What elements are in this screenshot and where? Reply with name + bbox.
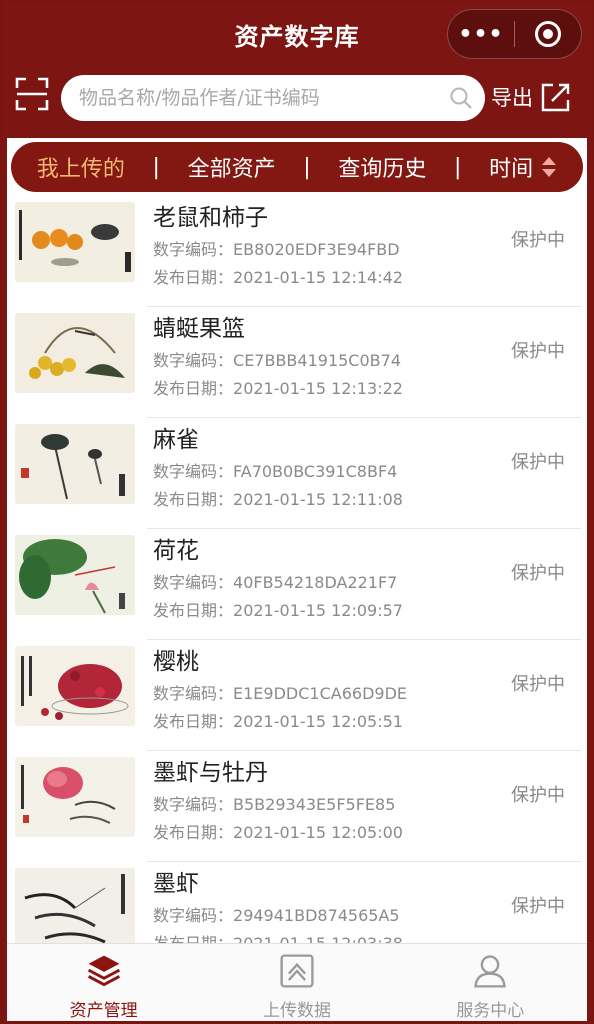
layers-icon (87, 955, 120, 987)
artwork-thumbnail (15, 646, 135, 726)
nav-label: 上传数据 (262, 1001, 331, 1021)
nav-label: 资产管理 (69, 1001, 138, 1021)
sort-icon (542, 157, 557, 177)
export-icon (541, 83, 570, 112)
asset-list: 老鼠和柿子 数字编码：EB8020EDF3E94FBD 发布日期：2021-01… (7, 196, 587, 973)
miniprogram-capsule: ••• (447, 9, 582, 59)
status-badge: 保护中 (511, 563, 565, 584)
item-code: 数字编码：EB8020EDF3E94FBD (153, 240, 400, 259)
search-bar (61, 75, 485, 121)
tab-query-history[interactable]: 查询历史 (338, 151, 426, 183)
item-date: 发布日期：2021-01-15 12:13:22 (153, 379, 403, 398)
app-frame: 资产数字库 ••• 导出 (3, 3, 591, 1021)
item-date: 发布日期：2021-01-15 12:09:57 (153, 601, 403, 620)
list-item[interactable]: 荷花 数字编码：40FB54218DA221F7 发布日期：2021-01-15… (7, 529, 587, 640)
item-code: 数字编码：FA70B0BC391C8BF4 (153, 462, 398, 481)
tab-separator: | (152, 154, 160, 180)
item-title: 蜻蜓果篮 (153, 316, 245, 342)
header: 资产数字库 ••• 导出 (3, 3, 591, 138)
filter-tabs: 我上传的 | 全部资产 | 查询历史 | 时间 (11, 142, 583, 192)
target-circle-icon (534, 21, 561, 47)
tab-my-uploads[interactable]: 我上传的 (37, 151, 125, 183)
item-code: 数字编码：E1E9DDC1CA66D9DE (153, 684, 407, 703)
status-badge: 保护中 (511, 341, 565, 362)
item-code: 数字编码：B5B29343E5F5FE85 (153, 795, 396, 814)
list-item[interactable]: 麻雀 数字编码：FA70B0BC391C8BF4 发布日期：2021-01-15… (7, 418, 587, 529)
tab-time-label: 时间 (489, 157, 534, 182)
tab-time[interactable]: 时间 (489, 151, 557, 183)
item-code: 数字编码：40FB54218DA221F7 (153, 573, 398, 592)
artwork-thumbnail (15, 757, 135, 837)
artwork-thumbnail (15, 535, 135, 615)
capsule-close-button[interactable] (515, 21, 581, 47)
item-date: 发布日期：2021-01-15 12:14:42 (153, 268, 403, 287)
item-date: 发布日期：2021-01-15 12:05:51 (153, 712, 403, 731)
artwork-thumbnail (15, 424, 135, 504)
list-item[interactable]: 蜻蜓果篮 数字编码：CE7BBB41915C0B74 发布日期：2021-01-… (7, 307, 587, 418)
export-button[interactable]: 导出 (491, 77, 573, 117)
tab-separator: | (303, 154, 311, 180)
tab-separator: | (454, 154, 462, 180)
nav-asset-management[interactable]: 资产管理 (7, 944, 200, 1021)
artwork-thumbnail (15, 313, 135, 393)
list-item[interactable]: 樱桃 数字编码：E1E9DDC1CA66D9DE 发布日期：2021-01-15… (7, 640, 587, 751)
status-badge: 保护中 (511, 896, 565, 917)
search-icon[interactable] (449, 86, 473, 110)
nav-service-center[interactable]: 服务中心 (394, 944, 587, 1021)
item-title: 老鼠和柿子 (153, 205, 268, 231)
search-input[interactable] (79, 75, 439, 121)
bottom-nav: 资产管理 上传数据 服务中心 (7, 943, 587, 1021)
item-title: 荷花 (153, 538, 199, 564)
artwork-thumbnail (15, 868, 135, 948)
list-item[interactable]: 老鼠和柿子 数字编码：EB8020EDF3E94FBD 发布日期：2021-01… (7, 196, 587, 307)
more-dots-icon[interactable]: ••• (448, 22, 514, 47)
artwork-thumbnail (15, 202, 135, 282)
item-date: 发布日期：2021-01-15 12:11:08 (153, 490, 403, 509)
user-icon (474, 955, 507, 988)
status-badge: 保护中 (511, 452, 565, 473)
nav-label: 服务中心 (456, 1001, 525, 1021)
status-badge: 保护中 (511, 674, 565, 695)
upload-icon (280, 954, 314, 988)
list-item[interactable]: 墨虾与牡丹 数字编码：B5B29343E5F5FE85 发布日期：2021-01… (7, 751, 587, 862)
status-badge: 保护中 (511, 230, 565, 251)
status-badge: 保护中 (511, 785, 565, 806)
item-title: 麻雀 (153, 427, 199, 453)
item-code: 数字编码：294941BD874565A5 (153, 906, 400, 925)
tab-all-assets[interactable]: 全部资产 (188, 151, 276, 183)
item-title: 樱桃 (153, 649, 199, 675)
export-label: 导出 (491, 86, 533, 110)
item-code: 数字编码：CE7BBB41915C0B74 (153, 351, 401, 370)
item-title: 墨虾 (153, 871, 199, 897)
nav-upload-data[interactable]: 上传数据 (200, 944, 393, 1021)
main-content: 我上传的 | 全部资产 | 查询历史 | 时间 老鼠和柿子 数字编码：EB802… (7, 138, 587, 1021)
item-date: 发布日期：2021-01-15 12:05:00 (153, 823, 403, 842)
item-title: 墨虾与牡丹 (153, 760, 268, 786)
scan-icon[interactable] (15, 77, 49, 111)
